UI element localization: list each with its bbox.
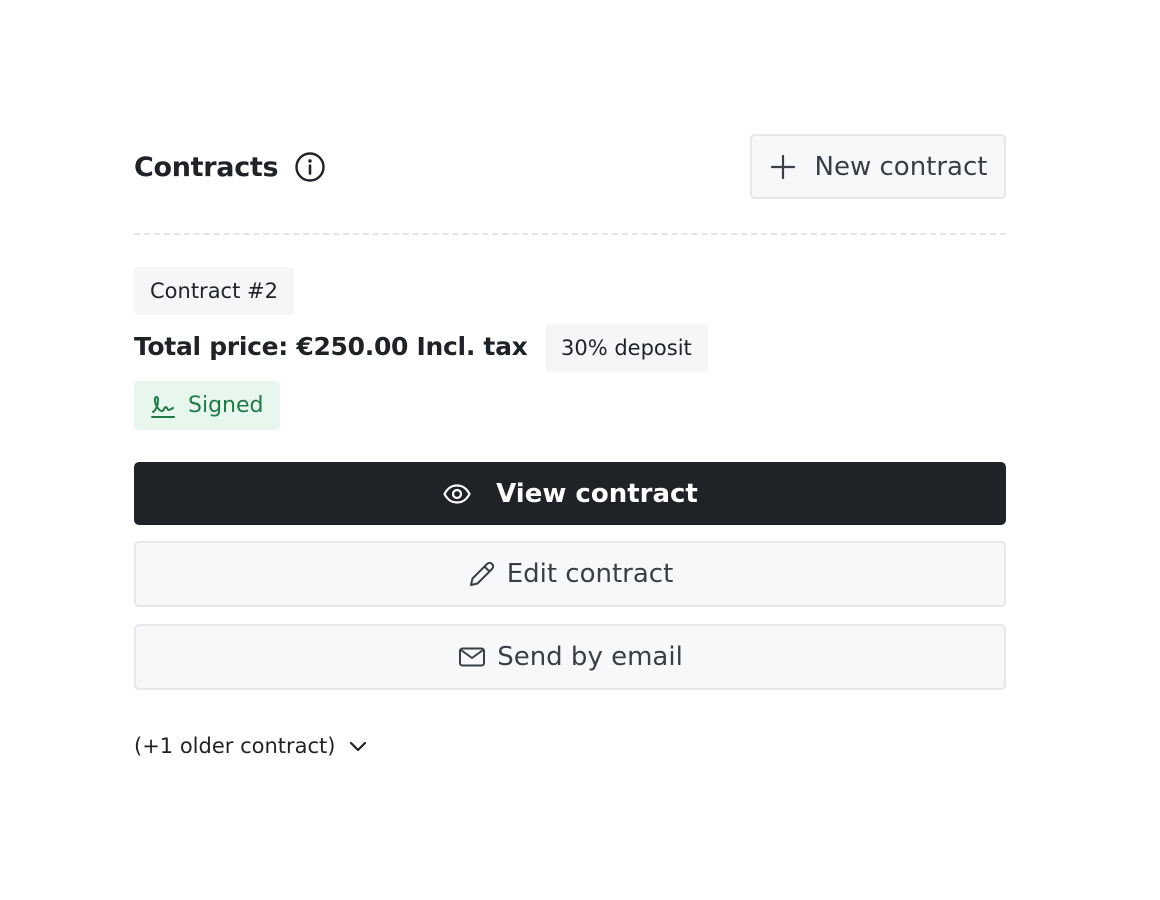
eye-icon — [442, 479, 472, 509]
older-contracts-label: (+1 older contract) — [134, 734, 336, 758]
view-contract-button[interactable]: View contract — [134, 462, 1006, 525]
pencil-icon — [467, 559, 497, 589]
edit-contract-label: Edit contract — [506, 559, 674, 589]
view-contract-label: View contract — [496, 478, 698, 509]
status-label: Signed — [188, 393, 264, 418]
page-title: Contracts — [134, 151, 279, 183]
contract-number-badge: Contract #2 — [134, 267, 294, 315]
chevron-down-icon — [347, 735, 369, 757]
status-badge: Signed — [134, 381, 280, 430]
deposit-badge: 30% deposit — [545, 324, 708, 372]
send-by-email-button[interactable]: Send by email — [134, 624, 1006, 690]
envelope-icon — [457, 642, 487, 672]
send-by-email-label: Send by email — [497, 642, 683, 672]
new-contract-label: New contract — [814, 151, 988, 182]
contracts-panel: Contracts New contract Contract #2 Total — [134, 134, 1006, 758]
total-price: Total price: €250.00 Incl. tax — [134, 332, 528, 361]
new-contract-button[interactable]: New contract — [750, 134, 1006, 199]
edit-contract-button[interactable]: Edit contract — [134, 541, 1006, 607]
title-wrap: Contracts — [134, 151, 326, 183]
info-circle-icon[interactable] — [294, 151, 326, 183]
plus-icon — [769, 153, 797, 181]
older-contracts-toggle[interactable]: (+1 older contract) — [134, 734, 369, 758]
contracts-header: Contracts New contract — [134, 134, 1006, 201]
signature-icon — [150, 393, 176, 419]
dashed-divider — [134, 233, 1006, 235]
price-row: Total price: €250.00 Incl. tax 30% depos… — [134, 324, 1006, 372]
